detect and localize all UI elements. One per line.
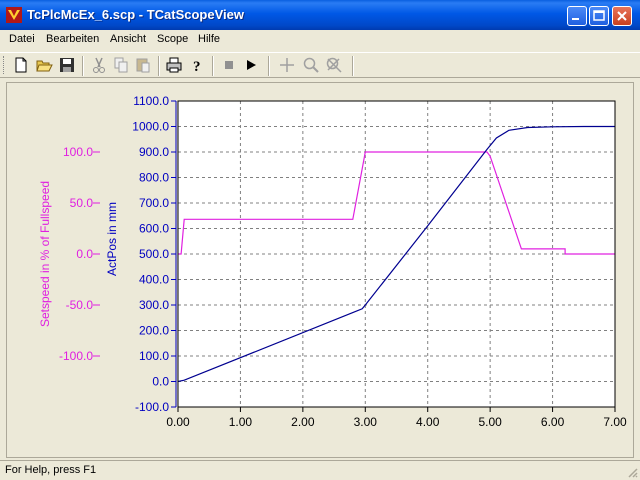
menu-ansicht[interactable]: Ansicht <box>110 33 146 45</box>
x-tick-label: 1.00 <box>229 415 253 429</box>
actpos-tick-label: 300.0 <box>139 298 169 312</box>
stop-icon[interactable] <box>220 56 238 74</box>
scope-chart[interactable]: 0.00 1.00 2.00 3.00 4.00 5.00 6.00 7.00 1100.0 10… <box>7 83 633 457</box>
actpos-tick-label: 900.0 <box>139 145 169 159</box>
setspeed-tick-label: 50.0 <box>70 196 94 210</box>
resize-grip-icon[interactable] <box>626 466 638 478</box>
actpos-tick-label: 200.0 <box>139 324 169 338</box>
status-bar: For Help, press F1 <box>0 460 640 480</box>
maximize-icon <box>593 10 605 21</box>
actpos-tick-label: -100.0 <box>135 400 169 414</box>
toolbar-grip[interactable] <box>3 56 7 74</box>
new-file-icon[interactable] <box>12 56 30 74</box>
scope-view[interactable]: 0.00 1.00 2.00 3.00 4.00 5.00 6.00 7.00 1100.0 10… <box>6 82 634 458</box>
x-tick-label: 5.00 <box>478 415 502 429</box>
cut-icon[interactable] <box>90 56 108 74</box>
menu-datei[interactable]: Datei <box>9 33 35 45</box>
open-folder-icon[interactable] <box>35 56 53 74</box>
actpos-tick-label: 1100.0 <box>133 94 169 108</box>
setspeed-tick-label: -100.0 <box>59 349 93 363</box>
zoom-reset-icon[interactable] <box>325 56 343 74</box>
minimize-icon <box>572 18 579 20</box>
zoom-icon[interactable] <box>302 56 320 74</box>
toolbar-separator <box>268 56 270 76</box>
help-icon[interactable]: ? <box>188 56 206 74</box>
menu-bearbeiten[interactable]: Bearbeiten <box>46 33 99 45</box>
x-tick-label: 2.00 <box>291 415 315 429</box>
setspeed-tick-label: 0.0 <box>76 247 93 261</box>
actpos-tick-label: 1000.0 <box>132 120 169 134</box>
setspeed-axis-label: Setspeed in % of Fullspeed <box>38 181 52 327</box>
close-icon <box>617 11 627 21</box>
copy-icon[interactable] <box>112 56 130 74</box>
x-tick-label: 6.00 <box>541 415 565 429</box>
x-tick-label: 4.00 <box>416 415 440 429</box>
menu-scope[interactable]: Scope <box>157 33 188 45</box>
title-bar[interactable]: TcPlcMcEx_6.scp - TCatScopeView <box>0 0 640 30</box>
setspeed-tick-label: 100.0 <box>63 145 93 159</box>
toolbar-separator <box>82 56 84 76</box>
paste-icon[interactable] <box>134 56 152 74</box>
minimize-button[interactable] <box>567 6 587 26</box>
play-icon[interactable] <box>242 56 260 74</box>
status-text: For Help, press F1 <box>5 464 97 476</box>
actpos-tick-label: 800.0 <box>139 171 169 185</box>
actpos-axis-label: ActPos in mm <box>105 202 119 276</box>
x-tick-label: 7.00 <box>603 415 627 429</box>
actpos-tick-label: 0.0 <box>152 375 169 389</box>
print-icon[interactable] <box>165 56 183 74</box>
close-button[interactable] <box>612 6 632 26</box>
toolbar-separator <box>158 56 160 76</box>
toolbar-separator <box>212 56 214 76</box>
x-tick-label: 3.00 <box>354 415 378 429</box>
crosshair-icon[interactable] <box>278 56 296 74</box>
x-tick-label: 0.00 <box>166 415 190 429</box>
save-icon[interactable] <box>58 56 76 74</box>
setspeed-tick-label: -50.0 <box>66 298 94 312</box>
actpos-tick-label: 400.0 <box>139 273 169 287</box>
window-title: TcPlcMcEx_6.scp - TCatScopeView <box>27 7 244 22</box>
actpos-tick-label: 500.0 <box>139 247 169 261</box>
maximize-button[interactable] <box>589 6 609 26</box>
toolbar: ? <box>0 52 640 78</box>
svg-text:?: ? <box>193 59 201 74</box>
menu-bar: Datei Bearbeiten Ansicht Scope Hilfe <box>0 30 640 50</box>
menu-hilfe[interactable]: Hilfe <box>198 33 220 45</box>
actpos-tick-label: 600.0 <box>139 222 169 236</box>
actpos-tick-label: 700.0 <box>139 196 169 210</box>
actpos-tick-label: 100.0 <box>139 349 169 363</box>
toolbar-separator <box>352 56 354 76</box>
app-icon <box>6 7 22 23</box>
